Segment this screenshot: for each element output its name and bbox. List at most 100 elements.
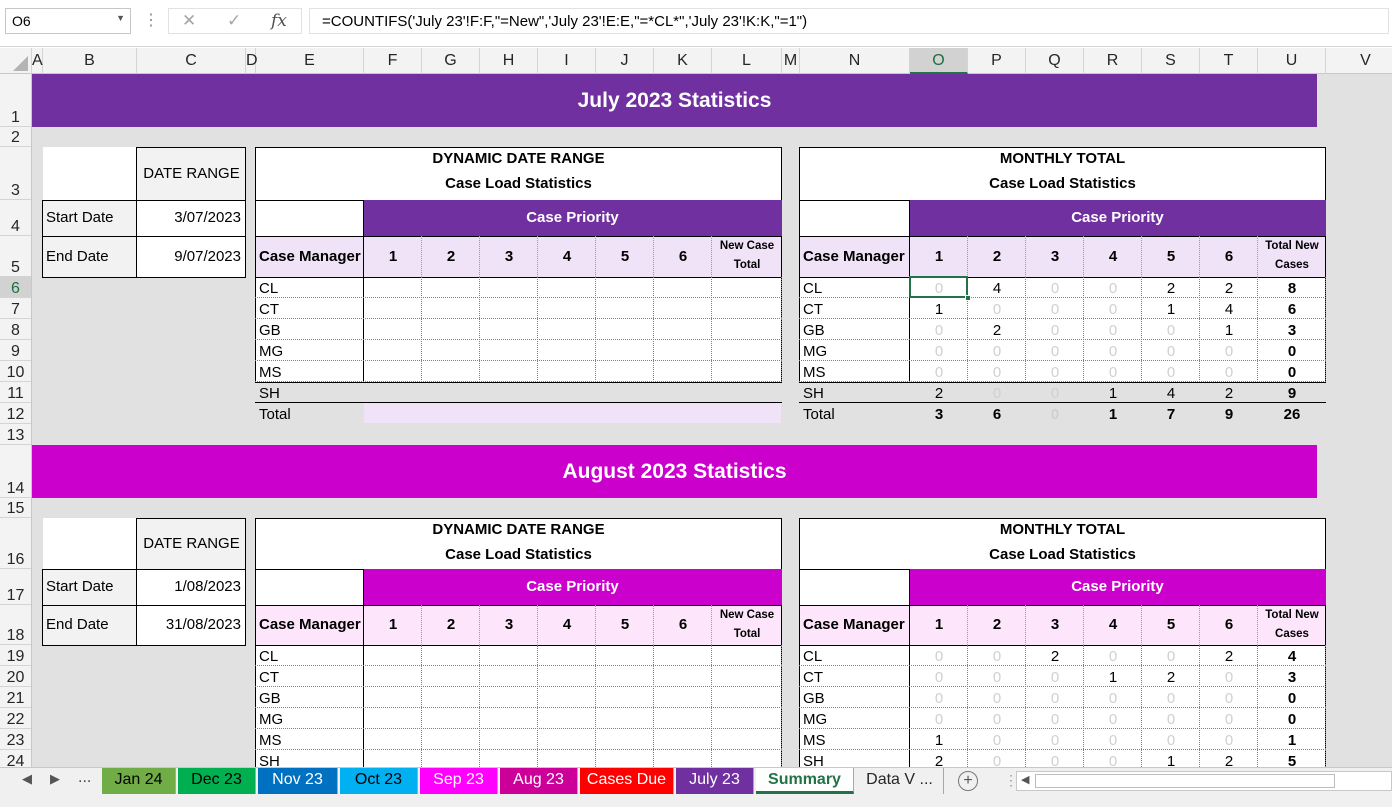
monthly-cell[interactable]: 1 xyxy=(1258,729,1326,750)
monthly-cell[interactable]: 0 xyxy=(1026,382,1084,403)
monthly-cell[interactable]: 0 xyxy=(1026,666,1084,687)
sheet-tab[interactable]: Aug 23 xyxy=(500,768,578,794)
monthly-cell[interactable]: 9 xyxy=(1258,382,1326,403)
row-header[interactable]: 8 xyxy=(0,319,31,340)
end-date-value[interactable]: 31/08/2023 xyxy=(137,605,241,645)
monthly-cell[interactable]: 0 xyxy=(910,319,968,340)
column-header[interactable]: K xyxy=(654,48,712,74)
sheet-tab[interactable]: Data V ... xyxy=(856,768,944,794)
start-date-value[interactable]: 3/07/2023 xyxy=(137,200,241,236)
dynamic-cell[interactable] xyxy=(654,708,711,728)
row-header[interactable]: 6 xyxy=(0,277,31,298)
dynamic-cell[interactable] xyxy=(364,319,421,339)
dynamic-cell[interactable] xyxy=(596,382,653,402)
dynamic-cell[interactable] xyxy=(422,750,479,767)
dynamic-cell[interactable] xyxy=(364,382,421,402)
column-header[interactable]: Q xyxy=(1026,48,1084,74)
monthly-cell[interactable]: 2 xyxy=(1200,382,1258,403)
monthly-cell[interactable]: 0 xyxy=(1026,750,1084,767)
name-box[interactable]: O6 ▼ xyxy=(5,8,131,34)
dynamic-cell[interactable] xyxy=(422,708,479,728)
monthly-cell[interactable]: 0 xyxy=(1200,666,1258,687)
dynamic-cell[interactable] xyxy=(364,361,421,381)
sheet-tab[interactable]: Jan 24 xyxy=(102,768,176,794)
row-header[interactable]: 11 xyxy=(0,382,31,403)
dynamic-cell[interactable] xyxy=(480,729,537,749)
dynamic-cell[interactable] xyxy=(364,750,421,767)
monthly-cell[interactable]: 0 xyxy=(968,729,1026,750)
column-header[interactable]: N xyxy=(800,48,910,74)
sheet-tab[interactable]: Dec 23 xyxy=(178,768,256,794)
start-date-value[interactable]: 1/08/2023 xyxy=(137,569,241,605)
dynamic-cell[interactable] xyxy=(538,687,595,707)
dynamic-cell[interactable] xyxy=(538,708,595,728)
monthly-cell[interactable]: 3 xyxy=(1258,319,1326,340)
monthly-cell[interactable]: 1 xyxy=(1084,382,1142,403)
monthly-cell[interactable]: 0 xyxy=(968,687,1026,708)
monthly-cell[interactable]: 1 xyxy=(910,729,968,750)
monthly-cell[interactable]: 0 xyxy=(968,298,1026,319)
monthly-total-cell[interactable]: 3 xyxy=(910,403,968,424)
dynamic-cell[interactable] xyxy=(654,729,711,749)
row-header[interactable]: 1 xyxy=(0,74,31,127)
row-header[interactable]: 16 xyxy=(0,518,31,569)
column-header[interactable]: M xyxy=(782,48,800,74)
dynamic-cell[interactable] xyxy=(654,298,711,318)
dynamic-cell[interactable] xyxy=(654,361,711,381)
dynamic-cell[interactable] xyxy=(480,666,537,686)
monthly-cell[interactable]: 0 xyxy=(1258,687,1326,708)
sheet-tab[interactable]: Nov 23 xyxy=(258,768,338,794)
monthly-total-cell[interactable]: 0 xyxy=(1026,403,1084,424)
insert-function-icon[interactable]: fx xyxy=(271,11,287,31)
dynamic-cell[interactable] xyxy=(480,319,537,339)
monthly-cell[interactable]: 5 xyxy=(1258,750,1326,767)
dynamic-cell[interactable] xyxy=(596,708,653,728)
confirm-icon[interactable]: ✓ xyxy=(227,11,241,31)
more-sheets-button[interactable]: ... xyxy=(78,769,91,787)
monthly-cell[interactable]: 4 xyxy=(1258,645,1326,666)
column-header[interactable]: T xyxy=(1200,48,1258,74)
dynamic-cell[interactable] xyxy=(596,729,653,749)
monthly-cell[interactable]: 0 xyxy=(1084,298,1142,319)
monthly-cell[interactable]: 1 xyxy=(1142,750,1200,767)
monthly-cell[interactable]: 2 xyxy=(1200,750,1258,767)
row-header[interactable]: 23 xyxy=(0,729,31,750)
dynamic-cell[interactable] xyxy=(712,361,781,381)
monthly-cell[interactable]: 0 xyxy=(1084,361,1142,382)
dynamic-cell[interactable] xyxy=(596,645,653,665)
monthly-cell[interactable]: 3 xyxy=(1258,666,1326,687)
dynamic-cell[interactable] xyxy=(480,687,537,707)
more-options-icon[interactable]: ⋮ xyxy=(143,10,159,30)
monthly-total-cell[interactable]: 26 xyxy=(1258,403,1326,424)
monthly-cell[interactable]: 4 xyxy=(968,277,1026,298)
row-header[interactable]: 14 xyxy=(0,445,31,498)
dynamic-cell[interactable] xyxy=(364,666,421,686)
monthly-cell[interactable]: 0 xyxy=(910,340,968,361)
dynamic-cell[interactable] xyxy=(538,750,595,767)
dynamic-cell[interactable] xyxy=(422,666,479,686)
monthly-cell[interactable]: 0 xyxy=(1026,319,1084,340)
column-header[interactable]: A xyxy=(32,48,43,74)
dynamic-cell[interactable] xyxy=(712,666,781,686)
monthly-cell[interactable]: 0 xyxy=(1084,319,1142,340)
chevron-down-icon[interactable]: ▼ xyxy=(116,13,125,23)
monthly-cell[interactable]: 2 xyxy=(1200,645,1258,666)
dynamic-cell[interactable] xyxy=(480,382,537,402)
monthly-cell[interactable]: 0 xyxy=(1026,277,1084,298)
monthly-cell[interactable]: 0 xyxy=(1142,319,1200,340)
monthly-cell[interactable]: 1 xyxy=(1200,319,1258,340)
sheet-tab[interactable]: Oct 23 xyxy=(340,768,418,794)
dynamic-cell[interactable] xyxy=(712,319,781,339)
dynamic-cell[interactable] xyxy=(422,319,479,339)
row-header[interactable]: 18 xyxy=(0,605,31,645)
row-header[interactable]: 10 xyxy=(0,361,31,382)
monthly-cell[interactable]: 4 xyxy=(1142,382,1200,403)
dynamic-cell[interactable] xyxy=(712,277,781,297)
monthly-cell[interactable]: 0 xyxy=(1084,687,1142,708)
monthly-cell[interactable]: 0 xyxy=(1200,729,1258,750)
formula-input[interactable]: =COUNTIFS('July 23'!F:F,"=New",'July 23'… xyxy=(309,8,1389,34)
monthly-cell[interactable]: 0 xyxy=(968,645,1026,666)
scroll-left-arrow-icon[interactable]: ◀ xyxy=(1021,773,1029,786)
selected-cell-indicator[interactable] xyxy=(909,276,968,298)
dynamic-cell[interactable] xyxy=(422,645,479,665)
